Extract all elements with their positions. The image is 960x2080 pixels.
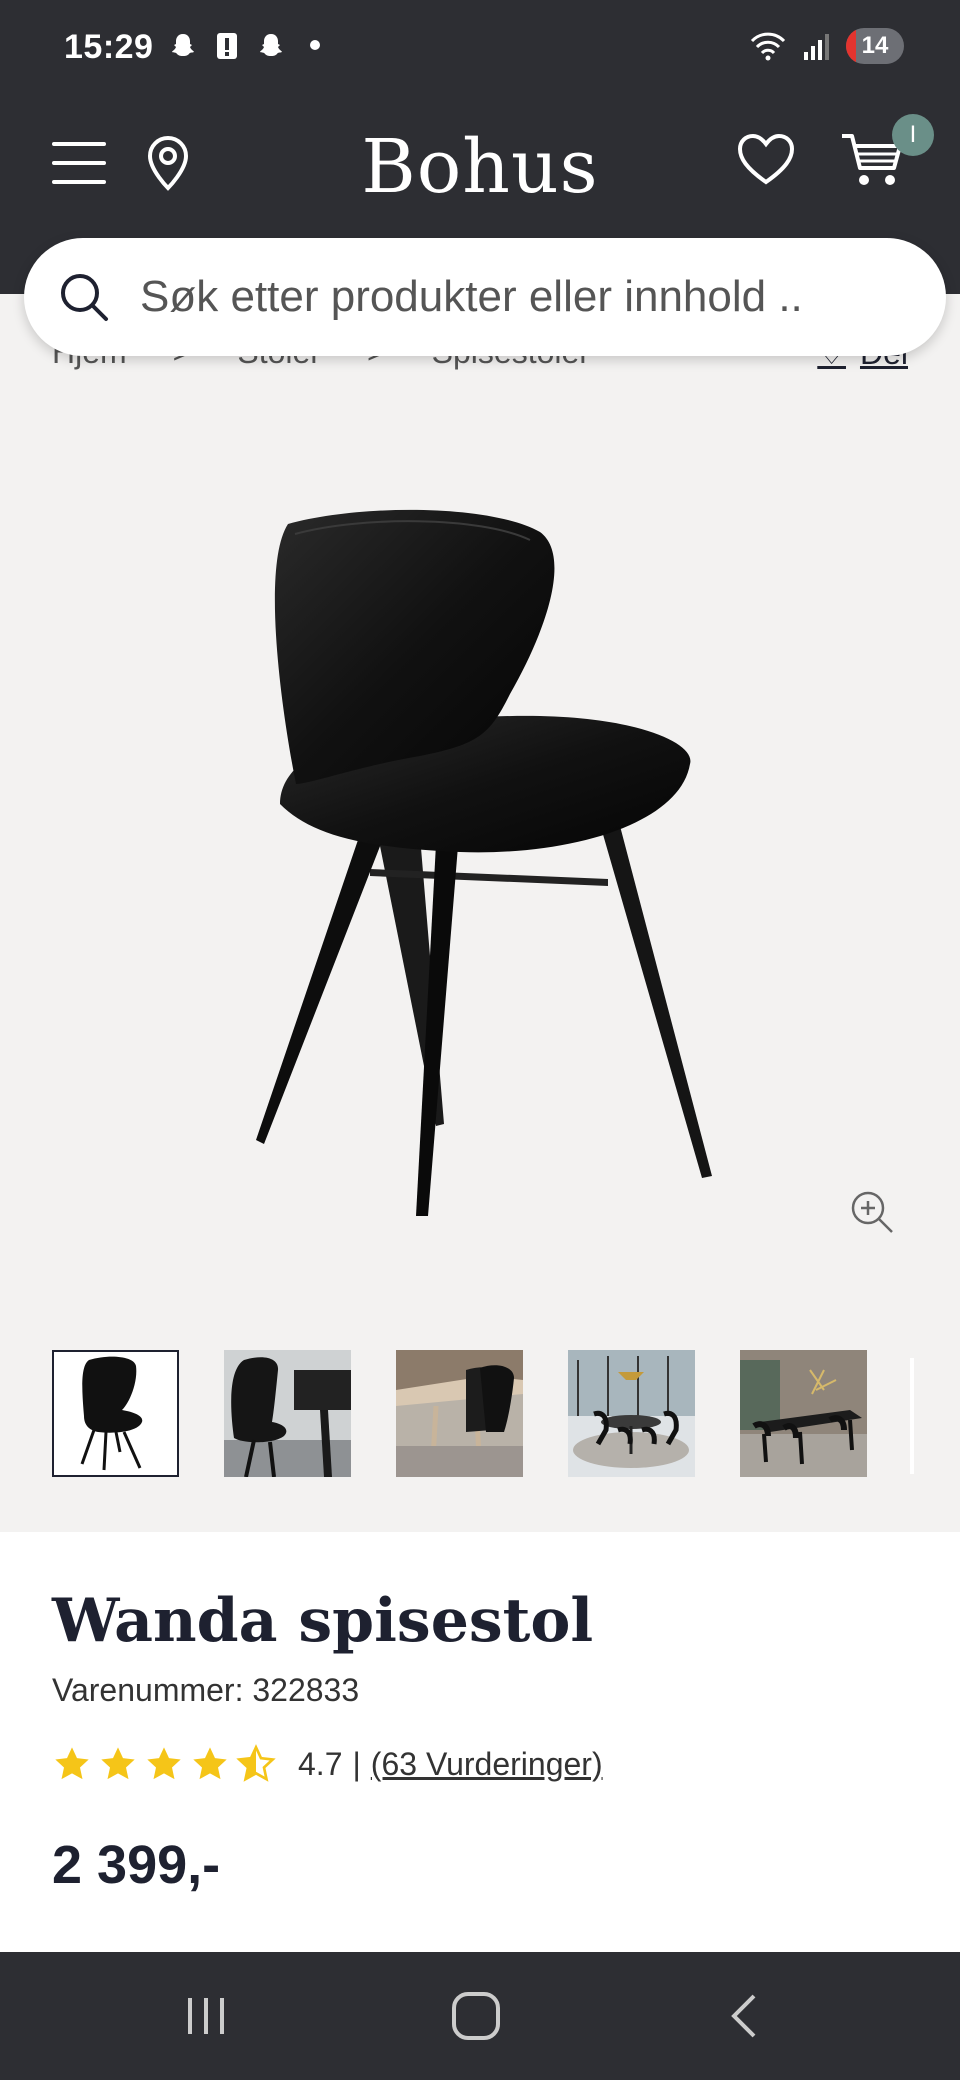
thumbnail-image [224,1350,351,1477]
thumbnail-3[interactable] [396,1350,523,1477]
product-sku: Varenummer: 322833 [52,1672,360,1708]
star-icon [101,1747,135,1780]
product-price: 2 399,- [52,1835,221,1895]
thumbnail-scroll-edge [910,1358,914,1474]
cart-count-badge: I [892,114,934,156]
signal-icon [804,34,829,60]
status-bar: 15:29 14 [0,0,960,82]
search-placeholder: Søk etter produkter eller innhold .. [140,272,803,321]
rating-value: 4.7 [298,1745,343,1782]
thumbnail-strip [52,1350,867,1477]
rating-separator: | [352,1745,361,1782]
product-title: Wanda spisestol [52,1586,594,1656]
status-time: 15:29 [64,28,154,66]
battery-indicator: 14 [846,28,904,64]
snapchat-icon [168,30,198,60]
product-gallery: Hjem > Stoler > Spisestoler ♡ Del [0,294,960,1532]
recents-icon[interactable] [176,1988,236,2044]
notification-icons [168,30,330,60]
thumbnail-image [396,1350,523,1477]
product-info: Wanda spisestol Varenummer: 322833 4.7 |… [0,1532,960,1952]
back-icon[interactable] [716,1988,776,2044]
search-input[interactable]: Søk etter produkter eller innhold .. [24,238,946,356]
thumbnail-4[interactable] [568,1350,695,1477]
more-notifications-icon [300,30,330,60]
star-icon [147,1747,181,1780]
product-image[interactable] [240,504,720,1224]
logo[interactable]: Bohus [0,124,960,210]
zoom-in-icon[interactable] [846,1186,898,1238]
thumbnail-2[interactable] [224,1350,351,1477]
thumbnail-image [54,1352,177,1475]
alert-icon [212,30,242,60]
system-icons: 14 [748,28,904,64]
wifi-icon [750,32,786,61]
thumbnail-image [568,1350,695,1477]
star-icon [55,1747,89,1780]
search-icon [61,274,108,321]
system-nav-bar [0,1952,960,2080]
thumbnail-5[interactable] [740,1350,867,1477]
star-icon [193,1747,227,1780]
reviews-link[interactable]: (63 Vurderinger) [371,1746,603,1783]
product-rating: 4.7 | (63 Vurderinger) [52,1744,603,1784]
half-star-icon [236,1744,276,1782]
home-icon[interactable] [446,1988,506,2044]
thumbnail-1[interactable] [52,1350,179,1477]
rating-stars [52,1744,276,1784]
heart-icon[interactable] [736,132,796,188]
thumbnail-image [740,1350,867,1477]
snapchat-icon [256,30,286,60]
